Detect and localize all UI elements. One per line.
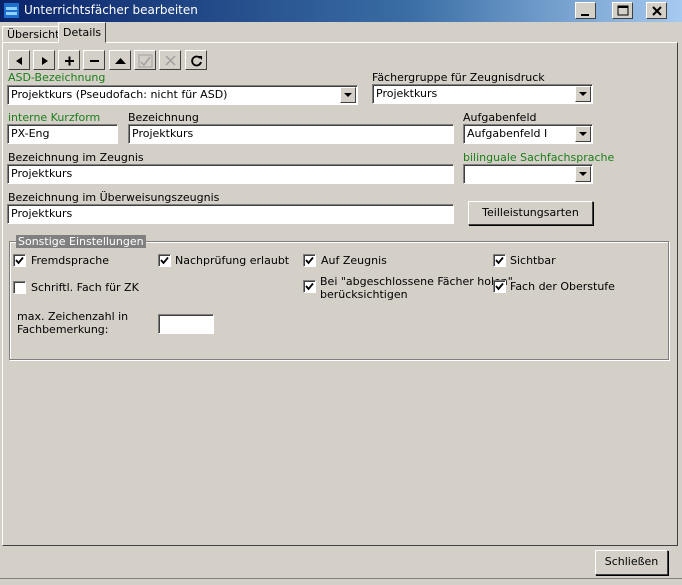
asd-value: Projektkurs (Pseudofach: nicht für ASD) <box>11 88 228 101</box>
aufgabenfeld-dropdown-button[interactable] <box>575 126 591 142</box>
aufgabenfeld-label: Aufgabenfeld <box>463 111 537 124</box>
kurzform-input[interactable]: PX-Eng <box>7 124 118 144</box>
delete-record-button[interactable] <box>83 50 105 70</box>
chevron-down-icon <box>344 93 352 97</box>
checkmark-icon <box>495 256 504 265</box>
edit-record-button[interactable] <box>109 50 131 70</box>
sichtbar-label: Sichtbar <box>510 254 556 267</box>
teilleistungsarten-button[interactable]: Teilleistungsarten <box>468 201 593 225</box>
faechergruppe-label: Fächergruppe für Zeugnisdruck <box>372 71 545 84</box>
asd-label: ASD-Bezeichnung <box>8 71 106 84</box>
arrow-left-icon <box>16 57 22 65</box>
plus-icon <box>65 56 74 66</box>
cross-icon <box>165 55 176 66</box>
schliessen-button[interactable]: Schließen <box>595 550 668 575</box>
chevron-down-icon <box>579 92 587 96</box>
tab-details[interactable]: Details <box>58 22 107 43</box>
minus-icon <box>90 60 99 62</box>
minimize-button[interactable] <box>575 2 596 19</box>
fremdsprache-checkbox[interactable] <box>13 254 26 267</box>
post-record-button[interactable] <box>134 50 156 70</box>
nachpruefung-label: Nachprüfung erlaubt <box>175 254 290 267</box>
asd-select[interactable]: Projektkurs (Pseudofach: nicht für ASD) <box>7 85 358 105</box>
schriftlich-label: Schriftl. Fach für ZK <box>31 281 139 294</box>
ueberweisung-input[interactable]: Projektkurs <box>7 204 454 224</box>
checkmark-icon <box>15 256 24 265</box>
minimize-icon <box>581 14 589 16</box>
bezeichnung-label: Bezeichnung <box>128 111 199 124</box>
abgeschlossen-checkbox[interactable] <box>303 280 316 293</box>
triangle-up-icon <box>115 58 126 64</box>
cancel-record-button[interactable] <box>159 50 181 70</box>
aufgabenfeld-value: Aufgabenfeld I <box>467 127 548 140</box>
checkmark-icon <box>305 256 314 265</box>
kurzform-label: interne Kurzform <box>8 111 101 124</box>
add-record-button[interactable] <box>58 50 80 70</box>
zeugnis-input[interactable]: Projektkurs <box>7 164 454 184</box>
ueberweisung-label: Bezeichnung im Überweisungszeugnis <box>8 191 220 204</box>
faechergruppe-select[interactable]: Projektkurs <box>372 84 593 104</box>
abgeschlossen-label-line1: Bei "abgeschlossene Fächer holen" <box>320 275 513 288</box>
bilingual-select[interactable] <box>463 164 593 184</box>
window-title: Unterrichtsfächer bearbeiten <box>24 3 198 17</box>
fremdsprache-label: Fremdsprache <box>31 254 110 267</box>
aufgabenfeld-select[interactable]: Aufgabenfeld I <box>463 124 593 144</box>
bilingual-label: bilinguale Sachfachsprache <box>463 151 615 164</box>
group-title: Sonstige Einstellungen <box>16 235 146 248</box>
chevron-down-icon <box>579 132 587 136</box>
chevron-down-icon <box>579 172 587 176</box>
close-icon <box>652 6 662 16</box>
prev-record-button[interactable] <box>8 50 30 70</box>
close-button[interactable] <box>646 2 667 19</box>
checkmark-icon <box>495 282 504 291</box>
zeichenzahl-label-line1: max. Zeichenzahl in <box>17 310 129 323</box>
oberstufe-label: Fach der Oberstufe <box>510 280 615 293</box>
tab-uebersicht[interactable]: Übersicht <box>2 26 65 42</box>
oberstufe-checkbox[interactable] <box>493 280 506 293</box>
nachpruefung-checkbox[interactable] <box>158 254 171 267</box>
checkmark-icon <box>138 54 153 68</box>
asd-dropdown-button[interactable] <box>340 87 356 103</box>
refresh-button[interactable] <box>185 50 207 70</box>
maximize-button[interactable] <box>612 2 633 19</box>
faechergruppe-dropdown-button[interactable] <box>575 86 591 102</box>
checkmark-icon <box>160 256 169 265</box>
aufzeugnis-label: Auf Zeugnis <box>321 254 387 267</box>
abgeschlossen-label-line2: berücksichtigen <box>320 288 408 301</box>
zeichenzahl-label-line2: Fachbemerkung: <box>17 323 109 336</box>
arrow-right-icon <box>42 57 48 65</box>
app-icon <box>4 3 19 18</box>
faechergruppe-value: Projektkurs <box>376 87 438 100</box>
next-record-button[interactable] <box>33 50 55 70</box>
maximize-icon <box>617 5 629 16</box>
zeugnis-label: Bezeichnung im Zeugnis <box>8 151 144 164</box>
aufzeugnis-checkbox[interactable] <box>303 254 316 267</box>
bezeichnung-input[interactable]: Projektkurs <box>128 124 454 144</box>
sichtbar-checkbox[interactable] <box>493 254 506 267</box>
checkmark-icon <box>305 282 314 291</box>
refresh-icon <box>191 55 202 67</box>
bilingual-dropdown-button[interactable] <box>575 166 591 182</box>
schriftlich-checkbox[interactable] <box>13 281 26 294</box>
zeichenzahl-input[interactable] <box>158 314 214 334</box>
